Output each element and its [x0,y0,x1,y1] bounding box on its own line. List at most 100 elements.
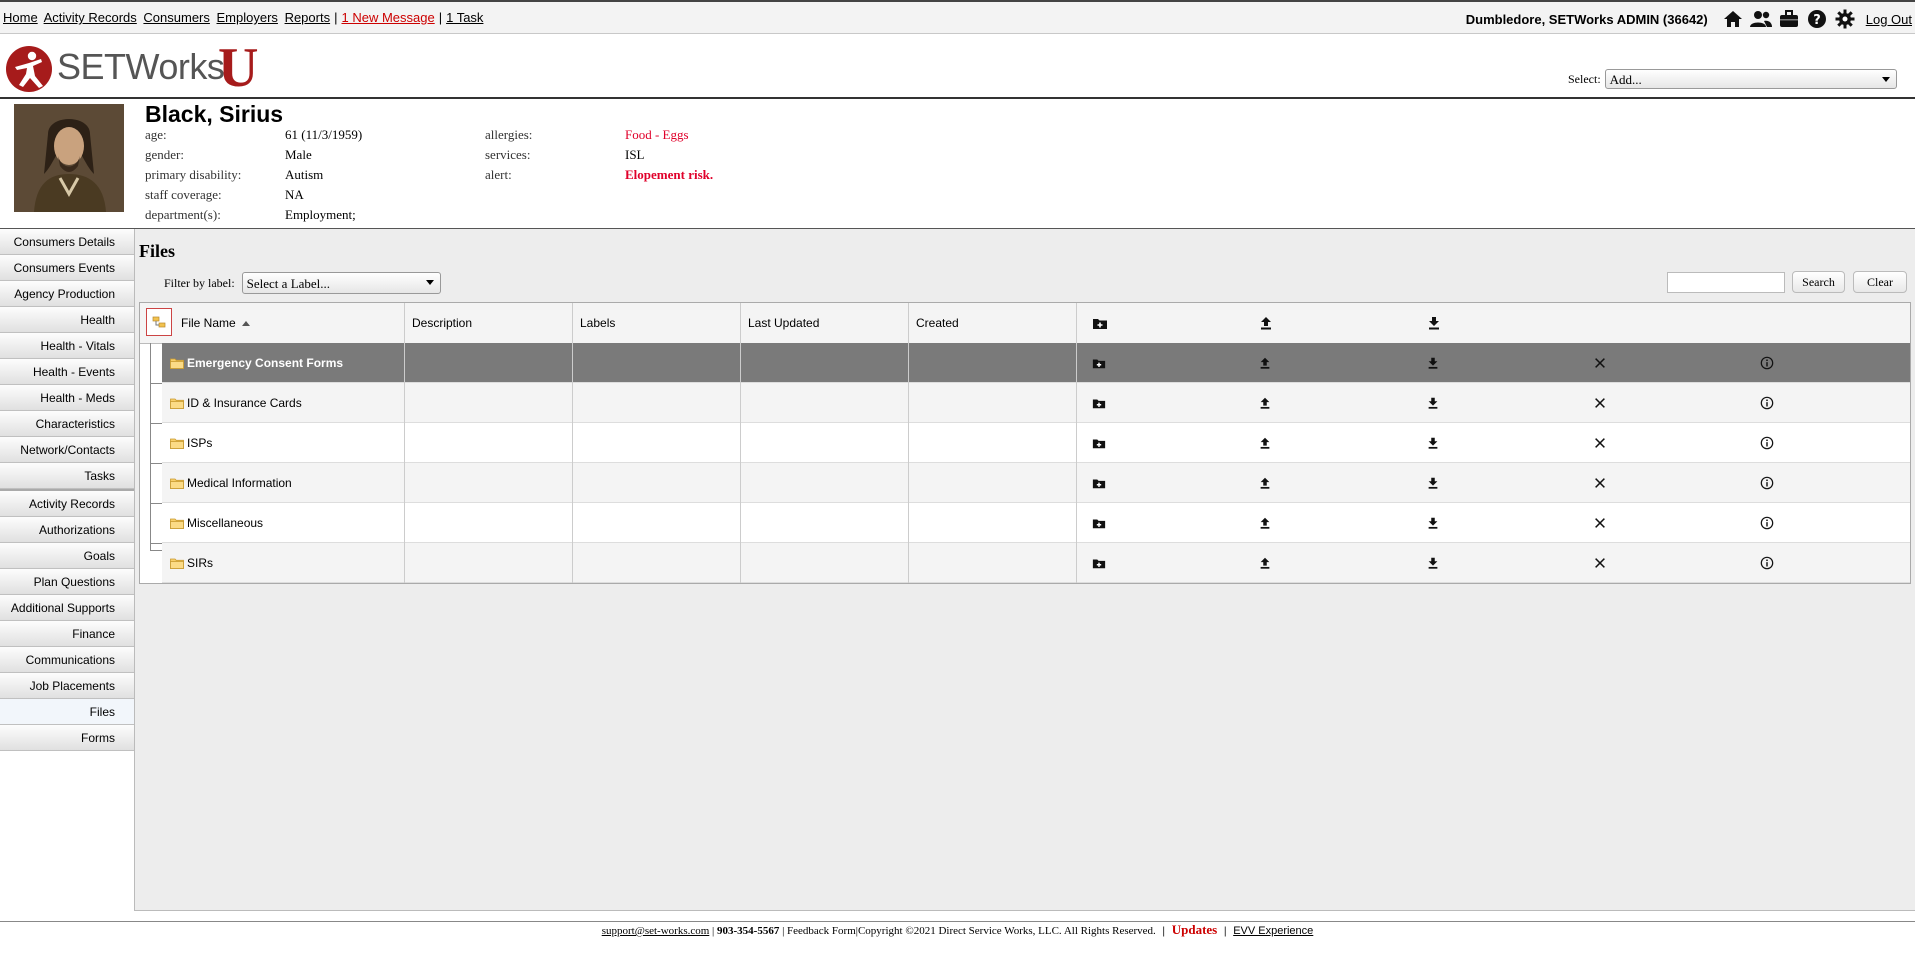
tasks-link[interactable]: 1 Task [446,10,483,25]
sidebar-item-additional-supports[interactable]: Additional Supports [0,595,134,621]
download-icon[interactable] [1426,476,1440,490]
download-icon[interactable] [1426,516,1440,530]
col-file-name-label: File Name [181,316,236,330]
delete-icon[interactable] [1593,476,1607,490]
new-folder-icon[interactable] [1092,516,1106,530]
sidebar-item-goals[interactable]: Goals [0,543,134,569]
delete-icon[interactable] [1593,396,1607,410]
table-row[interactable]: Medical Information [162,463,1910,503]
expand-tree-button[interactable] [146,308,172,336]
delete-icon[interactable] [1593,356,1607,370]
sidebar-item-health-events[interactable]: Health - Events [0,359,134,385]
col-created[interactable]: Created [909,303,1077,343]
upload-icon[interactable] [1258,436,1272,450]
sidebar-item-health-vitals[interactable]: Health - Vitals [0,333,134,359]
folder-name[interactable]: ID & Insurance Cards [187,396,302,410]
nav-reports-link[interactable]: Reports [285,10,331,25]
folder-name[interactable]: Emergency Consent Forms [187,356,343,370]
table-row[interactable]: ID & Insurance Cards [162,383,1910,423]
sidebar-item-activity-records[interactable]: Activity Records [0,491,134,517]
sidebar-item-plan-questions[interactable]: Plan Questions [0,569,134,595]
setworks-logo[interactable]: SETWorks U [5,37,267,99]
col-description[interactable]: Description [405,303,573,343]
search-input[interactable] [1667,272,1785,293]
messages-link[interactable]: 1 New Message [341,10,434,25]
help-icon[interactable]: ? [1806,8,1828,30]
upload-icon[interactable] [1258,516,1272,530]
header-divider [0,97,1915,99]
gear-icon[interactable] [1834,8,1856,30]
updates-link[interactable]: Updates [1172,922,1218,937]
sidebar-item-authorizations[interactable]: Authorizations [0,517,134,543]
add-select[interactable]: Add... [1604,69,1897,89]
home-icon[interactable] [1722,8,1744,30]
info-icon[interactable] [1760,356,1774,370]
sidebar-item-consumers-details[interactable]: Consumers Details [0,229,134,255]
briefcase-icon[interactable] [1778,8,1800,30]
download-icon[interactable] [1426,556,1440,570]
new-folder-icon[interactable] [1092,315,1108,331]
nav-consumers-link[interactable]: Consumers [143,10,209,25]
info-icon[interactable] [1760,556,1774,570]
table-row[interactable]: SIRs [162,543,1910,583]
col-last-updated[interactable]: Last Updated [741,303,909,343]
download-icon[interactable] [1426,356,1440,370]
clear-button[interactable]: Clear [1853,271,1907,293]
table-row[interactable]: Emergency Consent Forms [162,343,1910,383]
sidebar-item-agency-production[interactable]: Agency Production [0,281,134,307]
sidebar-item-health-meds[interactable]: Health - Meds [0,385,134,411]
sidebar-item-forms[interactable]: Forms [0,725,134,751]
sidebar-item-health[interactable]: Health [0,307,134,333]
logout-link[interactable]: Log Out [1866,12,1912,27]
download-icon[interactable] [1426,396,1440,410]
info-icon[interactable] [1760,396,1774,410]
table-cell [573,383,741,423]
label-filter-select[interactable]: Select a Label... [241,272,441,294]
chevron-down-icon [1881,77,1890,82]
upload-icon[interactable] [1258,396,1272,410]
search-button[interactable]: Search [1792,271,1845,293]
delete-icon[interactable] [1593,516,1607,530]
feedback-form-link[interactable]: Feedback Form [787,925,856,937]
table-row[interactable]: Miscellaneous [162,503,1910,543]
new-folder-icon[interactable] [1092,436,1106,450]
sidebar-item-files[interactable]: Files [0,699,134,725]
download-icon[interactable] [1426,315,1442,331]
alert-label: alert: [485,167,512,182]
nav-employers-link[interactable]: Employers [217,10,278,25]
new-folder-icon[interactable] [1092,396,1106,410]
info-icon[interactable] [1760,516,1774,530]
sidebar-item-tasks[interactable]: Tasks [0,463,134,489]
folder-name[interactable]: Medical Information [187,476,292,490]
sidebar-item-consumers-events[interactable]: Consumers Events [0,255,134,281]
sidebar-item-characteristics[interactable]: Characteristics [0,411,134,437]
upload-icon[interactable] [1258,476,1272,490]
folder-name[interactable]: Miscellaneous [187,516,263,530]
upload-icon[interactable] [1258,356,1272,370]
new-folder-icon[interactable] [1092,476,1106,490]
support-email-link[interactable]: support@set-works.com [602,925,710,937]
new-folder-icon[interactable] [1092,356,1106,370]
sidebar-item-communications[interactable]: Communications [0,647,134,673]
users-icon[interactable] [1749,8,1772,30]
download-icon[interactable] [1426,436,1440,450]
info-icon[interactable] [1760,476,1774,490]
delete-icon[interactable] [1593,556,1607,570]
sidebar-item-finance[interactable]: Finance [0,621,134,647]
evv-experience-link[interactable]: EVV Experience [1233,925,1313,937]
alert-value: Elopement risk. [625,167,714,182]
sidebar-item-job-placements[interactable]: Job Placements [0,673,134,699]
nav-home-link[interactable]: Home [3,10,38,25]
upload-icon[interactable] [1258,315,1274,331]
folder-name[interactable]: SIRs [187,556,213,570]
sidebar-item-network-contacts[interactable]: Network/Contacts [0,437,134,463]
col-labels[interactable]: Labels [573,303,741,343]
new-folder-icon[interactable] [1092,556,1106,570]
upload-icon[interactable] [1258,556,1272,570]
table-row[interactable]: ISPs [162,423,1910,463]
folder-name[interactable]: ISPs [187,436,212,450]
nav-activity-records-link[interactable]: Activity Records [44,10,137,25]
col-file-name[interactable]: File Name [174,303,405,343]
delete-icon[interactable] [1593,436,1607,450]
info-icon[interactable] [1760,436,1774,450]
